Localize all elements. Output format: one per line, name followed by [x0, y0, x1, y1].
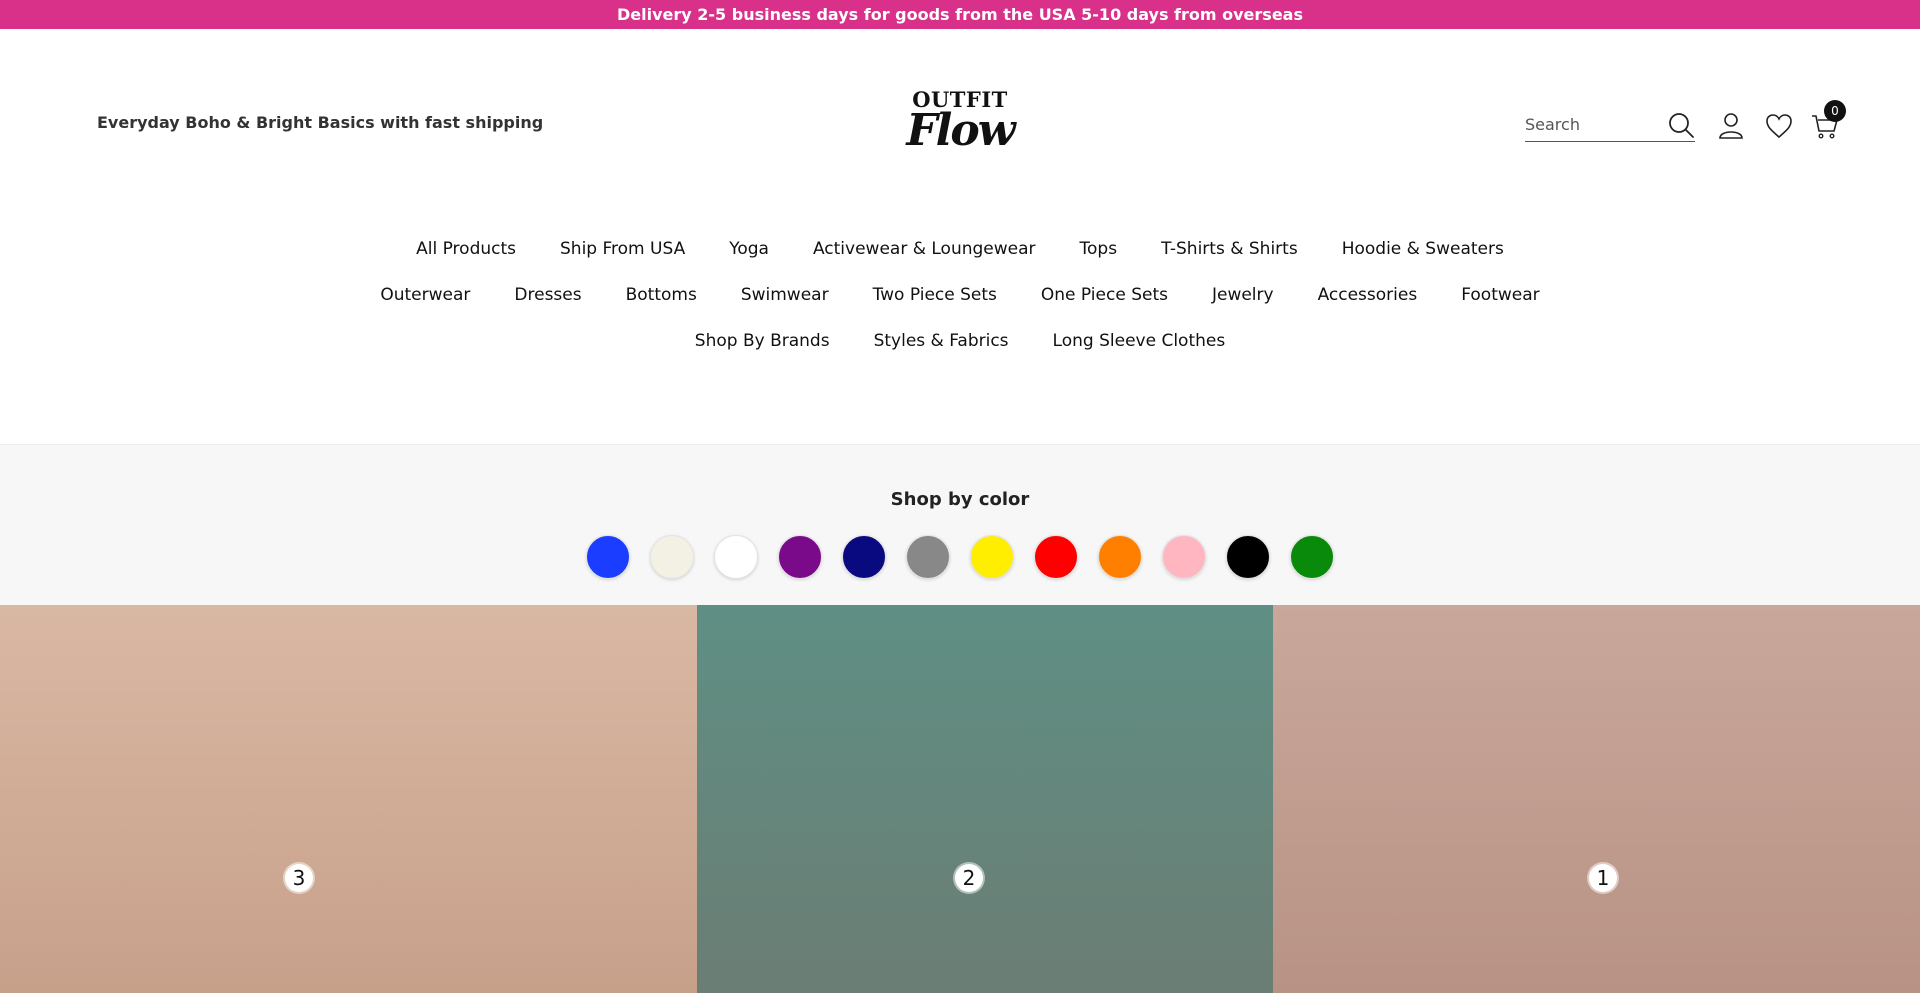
- heart-icon[interactable]: [1764, 111, 1794, 141]
- search-input[interactable]: [1525, 115, 1655, 134]
- nav-item-swimwear[interactable]: Swimwear: [719, 285, 851, 305]
- color-swatch-yellow[interactable]: [970, 535, 1014, 579]
- search-icon[interactable]: [1667, 111, 1695, 139]
- logo-bottom-text: Flow: [906, 105, 1015, 156]
- product-hotspot-2[interactable]: 2: [955, 864, 983, 892]
- nav-item-shop-by-brands[interactable]: Shop By Brands: [673, 331, 852, 351]
- nav-item-footwear[interactable]: Footwear: [1439, 285, 1561, 305]
- nav-item-bottoms[interactable]: Bottoms: [604, 285, 719, 305]
- nav-row-3: Shop By Brands Styles & Fabrics Long Sle…: [0, 318, 1920, 364]
- user-icon[interactable]: [1716, 111, 1746, 141]
- color-swatch-beige[interactable]: [650, 535, 694, 579]
- color-swatch-blue[interactable]: [586, 535, 630, 579]
- search-form: [1525, 108, 1695, 142]
- product-hotspot-1[interactable]: 1: [1589, 864, 1617, 892]
- nav-item-outerwear[interactable]: Outerwear: [358, 285, 492, 305]
- nav-item-accessories[interactable]: Accessories: [1296, 285, 1440, 305]
- announcement-bar: Delivery 2-5 business days for goods fro…: [0, 0, 1920, 29]
- main-navigation: All Products Ship From USA Yoga Activewe…: [0, 226, 1920, 364]
- lookbook-image-3[interactable]: 1: [1273, 605, 1920, 993]
- lookbook-image-1[interactable]: 3: [0, 605, 697, 993]
- color-swatch-purple[interactable]: [778, 535, 822, 579]
- nav-row-2: Outerwear Dresses Bottoms Swimwear Two P…: [0, 272, 1920, 318]
- header-tagline: Everyday Boho & Bright Basics with fast …: [97, 113, 544, 132]
- announcement-text: Delivery 2-5 business days for goods fro…: [617, 5, 1303, 24]
- color-swatch-red[interactable]: [1034, 535, 1078, 579]
- shop-by-color-title: Shop by color: [890, 489, 1030, 510]
- nav-item-two-piece-sets[interactable]: Two Piece Sets: [851, 285, 1019, 305]
- nav-item-styles-fabrics[interactable]: Styles & Fabrics: [852, 331, 1031, 351]
- nav-item-tshirts[interactable]: T-Shirts & Shirts: [1139, 239, 1320, 259]
- nav-item-tops[interactable]: Tops: [1058, 239, 1140, 259]
- site-logo[interactable]: OUTFIT Flow: [905, 89, 1015, 189]
- nav-item-long-sleeve[interactable]: Long Sleeve Clothes: [1031, 331, 1248, 351]
- nav-item-one-piece-sets[interactable]: One Piece Sets: [1019, 285, 1190, 305]
- nav-item-yoga[interactable]: Yoga: [707, 239, 791, 259]
- lookbook-image-2[interactable]: 2: [697, 605, 1273, 993]
- color-swatch-black[interactable]: [1226, 535, 1270, 579]
- nav-item-dresses[interactable]: Dresses: [492, 285, 603, 305]
- color-swatch-pink[interactable]: [1162, 535, 1206, 579]
- color-swatch-list: [0, 535, 1920, 579]
- cart-count-badge: 0: [1824, 100, 1846, 122]
- color-swatch-gray[interactable]: [906, 535, 950, 579]
- color-swatch-orange[interactable]: [1098, 535, 1142, 579]
- nav-item-ship-from-usa[interactable]: Ship From USA: [538, 239, 707, 259]
- nav-item-activewear[interactable]: Activewear & Loungewear: [791, 239, 1058, 259]
- color-swatch-green[interactable]: [1290, 535, 1334, 579]
- site-header: Everyday Boho & Bright Basics with fast …: [0, 29, 1920, 444]
- lookbook-gallery: 3 2 1: [0, 605, 1920, 993]
- color-swatch-navy[interactable]: [842, 535, 886, 579]
- product-hotspot-3[interactable]: 3: [285, 864, 313, 892]
- nav-item-jewelry[interactable]: Jewelry: [1190, 285, 1296, 305]
- color-swatch-white[interactable]: [714, 535, 758, 579]
- nav-item-hoodies[interactable]: Hoodie & Sweaters: [1320, 239, 1526, 259]
- nav-item-all-products[interactable]: All Products: [394, 239, 538, 259]
- shop-by-color-section: Shop by color: [0, 444, 1920, 605]
- nav-row-1: All Products Ship From USA Yoga Activewe…: [0, 226, 1920, 272]
